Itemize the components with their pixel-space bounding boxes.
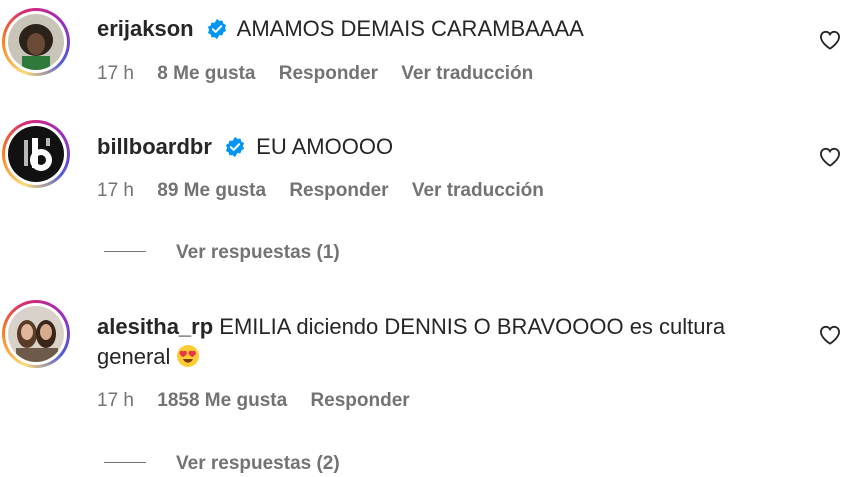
translate-button[interactable]: Ver traducción <box>401 63 533 84</box>
comment-time[interactable]: 17 h <box>97 390 134 411</box>
heart-eyes-emoji <box>177 345 200 367</box>
comment-text: EMILIA diciendo DENNIS O BRAVOOOO es cul… <box>219 314 726 339</box>
view-replies-label: Ver respuestas (1) <box>176 242 340 263</box>
view-replies-label: Ver respuestas (2) <box>176 453 340 474</box>
heart-outline-icon[interactable] <box>819 325 841 345</box>
avatar-story-ring[interactable] <box>2 120 70 188</box>
reply-button[interactable]: Responder <box>289 180 388 201</box>
avatar-erijakson[interactable] <box>8 14 64 70</box>
avatar-billboardbr[interactable] <box>8 126 64 182</box>
verified-badge-icon <box>207 18 226 40</box>
replies-divider <box>104 462 146 463</box>
replies-divider <box>104 251 146 252</box>
view-replies-button[interactable]: Ver respuestas (1) <box>104 242 340 264</box>
avatar-story-ring[interactable] <box>2 8 70 76</box>
comment-text: AMAMOS DEMAIS CARAMBAAAA <box>236 16 584 41</box>
reply-button[interactable]: Responder <box>279 63 378 84</box>
likes-count[interactable]: 89 Me gusta <box>157 180 266 201</box>
verified-badge-icon <box>225 136 245 158</box>
comment-text-continued: general <box>97 344 171 369</box>
avatar-alesitha[interactable] <box>8 306 64 362</box>
avatar-story-ring[interactable] <box>2 300 70 368</box>
username[interactable]: alesitha_rp <box>97 314 213 339</box>
heart-outline-icon[interactable] <box>819 147 841 167</box>
comment-text: EU AMOOOO <box>256 134 394 159</box>
reply-button[interactable]: Responder <box>310 390 409 411</box>
username[interactable]: erijakson <box>97 16 194 41</box>
comment-time[interactable]: 17 h <box>97 63 134 84</box>
translate-button[interactable]: Ver traducción <box>412 180 544 201</box>
username[interactable]: billboardbr <box>97 134 212 159</box>
heart-outline-icon[interactable] <box>819 30 841 50</box>
likes-count[interactable]: 8 Me gusta <box>157 63 255 84</box>
comment-time[interactable]: 17 h <box>97 180 134 201</box>
likes-count[interactable]: 1858 Me gusta <box>157 390 287 411</box>
view-replies-button[interactable]: Ver respuestas (2) <box>104 453 340 475</box>
